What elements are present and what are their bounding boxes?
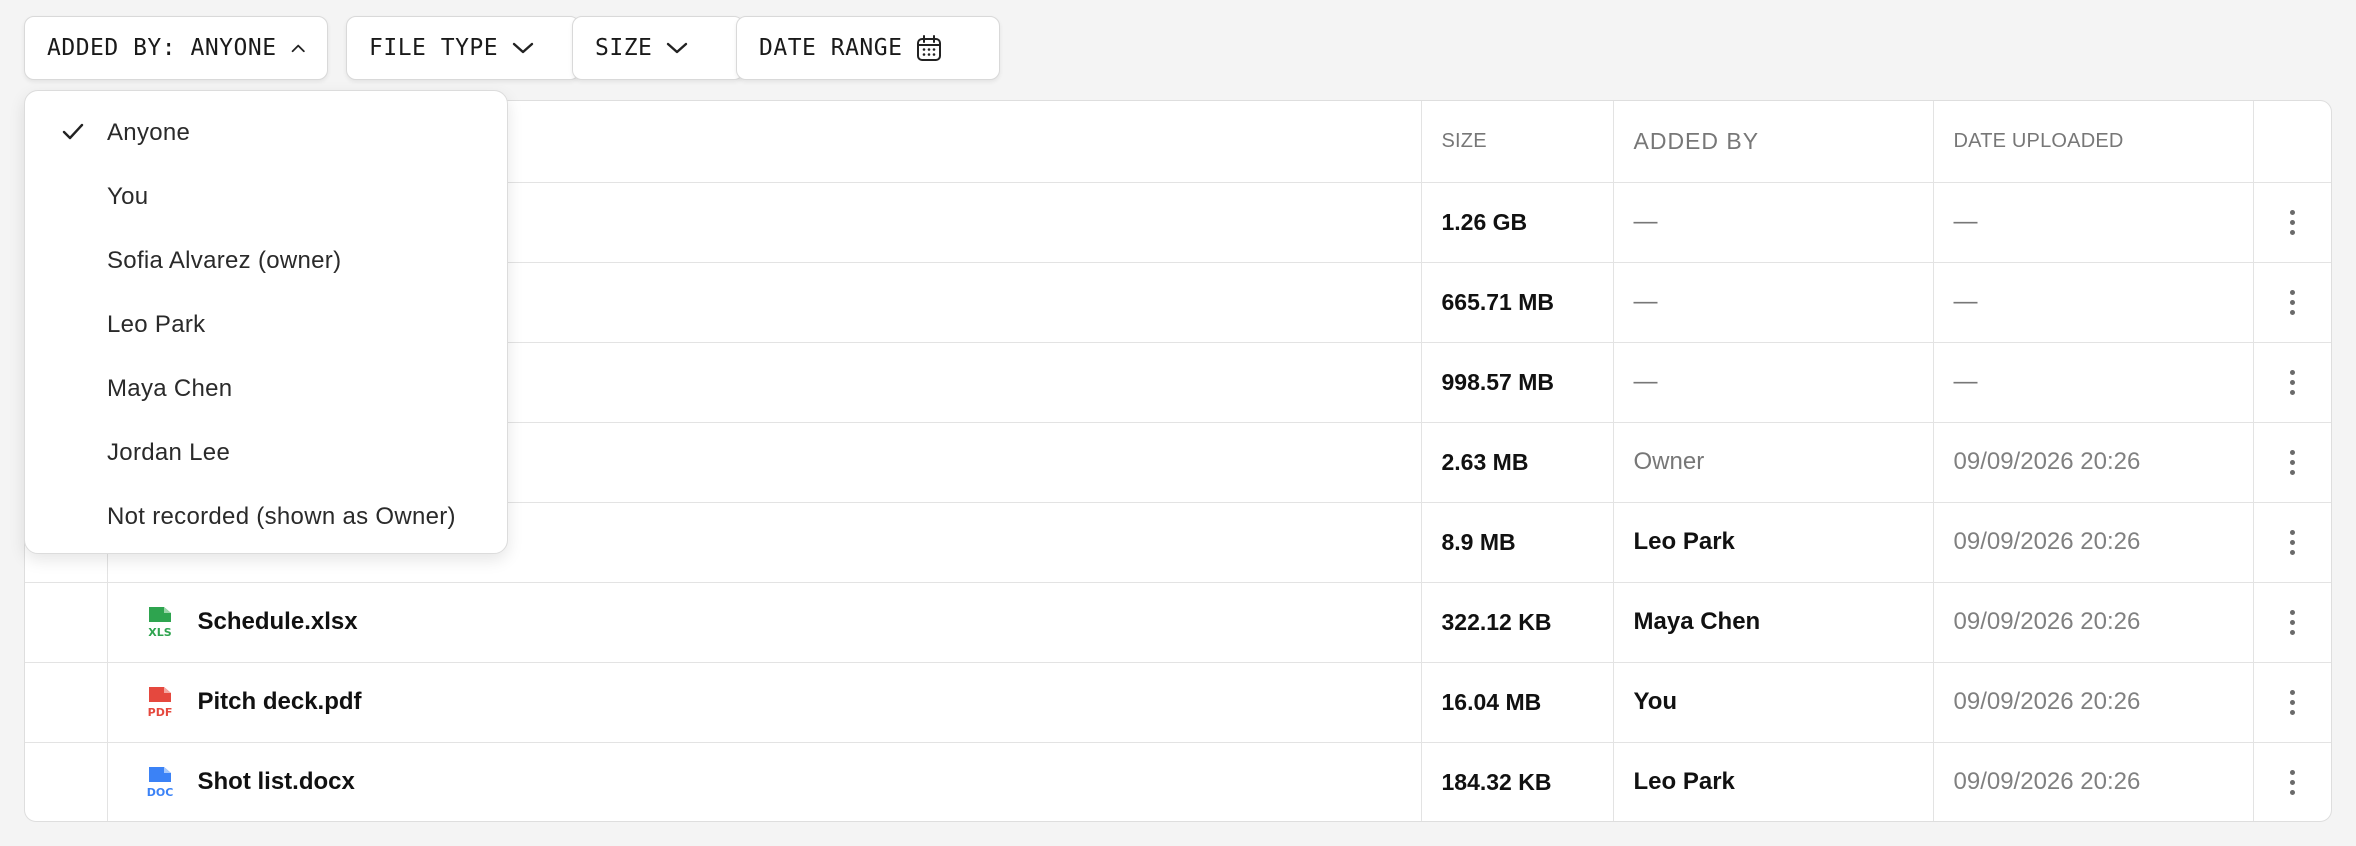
dropdown-option-anyone[interactable]: Anyone <box>25 101 507 165</box>
more-options-icon[interactable] <box>2254 263 2332 342</box>
svg-text:XLS: XLS <box>148 626 171 639</box>
added-by-column-header[interactable]: ADDED BY <box>1612 101 1933 183</box>
row-actions-cell <box>2252 582 2332 663</box>
svg-text:DOC: DOC <box>146 786 173 799</box>
date-uploaded-value: — <box>1953 368 1978 395</box>
file-size: 8.9 MB <box>1420 502 1613 583</box>
size-filter-label: SIZE <box>595 35 653 61</box>
added-by-dropdown-menu: Anyone You Sofia Alvarez (owner) Leo Par… <box>24 90 508 554</box>
date-uploaded-value: — <box>1953 288 1978 315</box>
row-actions-cell <box>2252 262 2332 343</box>
added-by-value: Maya Chen <box>1633 608 1761 635</box>
file-size: 2.63 MB <box>1420 422 1613 503</box>
file-name-cell[interactable]: XLS Schedule.xlsx <box>106 582 1421 663</box>
checkmark-icon <box>62 123 84 140</box>
more-options-icon[interactable] <box>2254 343 2332 422</box>
date-uploaded-value: 09/09/2026 20:26 <box>1953 768 2141 796</box>
date-range-filter-button[interactable]: DATE RANGE <box>736 16 1000 80</box>
dropdown-option-label: Leo Park <box>107 311 206 338</box>
added-by-filter-button[interactable]: ADDED BY: ANYONE <box>24 16 328 80</box>
dropdown-option-label: Maya Chen <box>107 375 233 402</box>
row-actions-cell <box>2252 342 2332 423</box>
row-actions-cell <box>2252 422 2332 503</box>
chevron-up-icon <box>291 44 305 53</box>
added-by-value: Owner <box>1633 448 1705 475</box>
file-name-cell[interactable]: PDF Pitch deck.pdf <box>106 662 1421 743</box>
row-select-cell[interactable] <box>25 662 107 743</box>
date-uploaded-value: — <box>1953 208 1978 235</box>
added-by-value: You <box>1633 688 1678 715</box>
date-uploaded-value: 09/09/2026 20:26 <box>1953 608 2141 635</box>
file-size: 998.57 MB <box>1420 342 1613 423</box>
row-select-cell[interactable] <box>25 742 107 821</box>
row-actions-cell <box>2252 502 2332 583</box>
more-options-icon[interactable] <box>2254 663 2332 742</box>
more-options-icon[interactable] <box>2254 423 2332 502</box>
table-row[interactable]: XLS Schedule.xlsx 322.12 KB Maya Chen 09… <box>25 582 2332 663</box>
table-row[interactable]: PDF Pitch deck.pdf 16.04 MB You 09/09/20… <box>25 662 2332 743</box>
date-uploaded-value: 09/09/2026 20:26 <box>1953 688 2141 715</box>
svg-text:PDF: PDF <box>147 706 172 719</box>
file-name[interactable]: Shot list.docx <box>198 768 355 796</box>
dropdown-option-jordan-lee[interactable]: Jordan Lee <box>25 421 507 485</box>
dropdown-option-sofia-alvarez[interactable]: Sofia Alvarez (owner) <box>25 229 507 293</box>
row-actions-cell <box>2252 182 2332 263</box>
row-actions-cell <box>2252 742 2332 822</box>
more-options-icon[interactable] <box>2254 503 2332 582</box>
file-size: 322.12 KB <box>1420 582 1613 663</box>
dropdown-option-maya-chen[interactable]: Maya Chen <box>25 357 507 421</box>
calendar-icon <box>917 35 942 61</box>
actions-column-header <box>2252 101 2331 183</box>
added-by-value: — <box>1633 288 1658 315</box>
file-size: 1.26 GB <box>1420 182 1613 263</box>
size-filter-button[interactable]: SIZE <box>572 16 744 80</box>
chevron-down-icon <box>512 42 534 54</box>
chevron-down-icon <box>667 42 688 54</box>
date-uploaded-value: 09/09/2026 20:26 <box>1953 528 2141 555</box>
dropdown-option-leo-park[interactable]: Leo Park <box>25 293 507 357</box>
table-row[interactable]: DOC Shot list.docx 184.32 KB Leo Park 09… <box>25 742 2332 822</box>
dropdown-option-label: You <box>107 183 149 210</box>
date-range-filter-label: DATE RANGE <box>759 35 903 61</box>
dropdown-option-label: Jordan Lee <box>107 439 231 466</box>
more-options-icon[interactable] <box>2254 583 2332 662</box>
xls-file-icon: XLS <box>148 607 171 639</box>
added-by-value: — <box>1633 368 1658 395</box>
row-actions-cell <box>2252 662 2332 743</box>
size-column-header[interactable]: SIZE <box>1420 101 1613 183</box>
file-size: 665.71 MB <box>1420 262 1613 343</box>
added-by-value: Leo Park <box>1633 528 1735 555</box>
more-options-icon[interactable] <box>2254 743 2332 822</box>
file-type-filter-label: FILE TYPE <box>369 35 499 61</box>
file-size: 184.32 KB <box>1420 742 1613 821</box>
file-type-filter-button[interactable]: FILE TYPE <box>346 16 580 80</box>
added-by-filter-label: ADDED BY: ANYONE <box>47 35 277 61</box>
pdf-file-icon: PDF <box>147 687 172 719</box>
doc-file-icon: DOC <box>146 767 173 799</box>
dropdown-option-not-recorded[interactable]: Not recorded (shown as Owner) <box>25 485 507 549</box>
dropdown-option-label: Sofia Alvarez (owner) <box>107 247 342 274</box>
dropdown-option-label: Anyone <box>107 119 191 146</box>
dropdown-option-label: Not recorded (shown as Owner) <box>107 503 456 530</box>
date-uploaded-column-header[interactable]: DATE UPLOADED <box>1932 101 2253 183</box>
added-by-value: — <box>1633 208 1658 235</box>
added-by-value: Leo Park <box>1633 768 1735 796</box>
dropdown-option-you[interactable]: You <box>25 165 507 229</box>
row-select-cell[interactable] <box>25 582 107 663</box>
more-options-icon[interactable] <box>2254 183 2332 262</box>
file-size: 16.04 MB <box>1420 662 1613 743</box>
file-name[interactable]: Pitch deck.pdf <box>198 688 362 716</box>
date-uploaded-value: 09/09/2026 20:26 <box>1953 448 2141 475</box>
file-name-cell[interactable]: DOC Shot list.docx <box>106 742 1421 821</box>
file-name[interactable]: Schedule.xlsx <box>198 608 358 636</box>
